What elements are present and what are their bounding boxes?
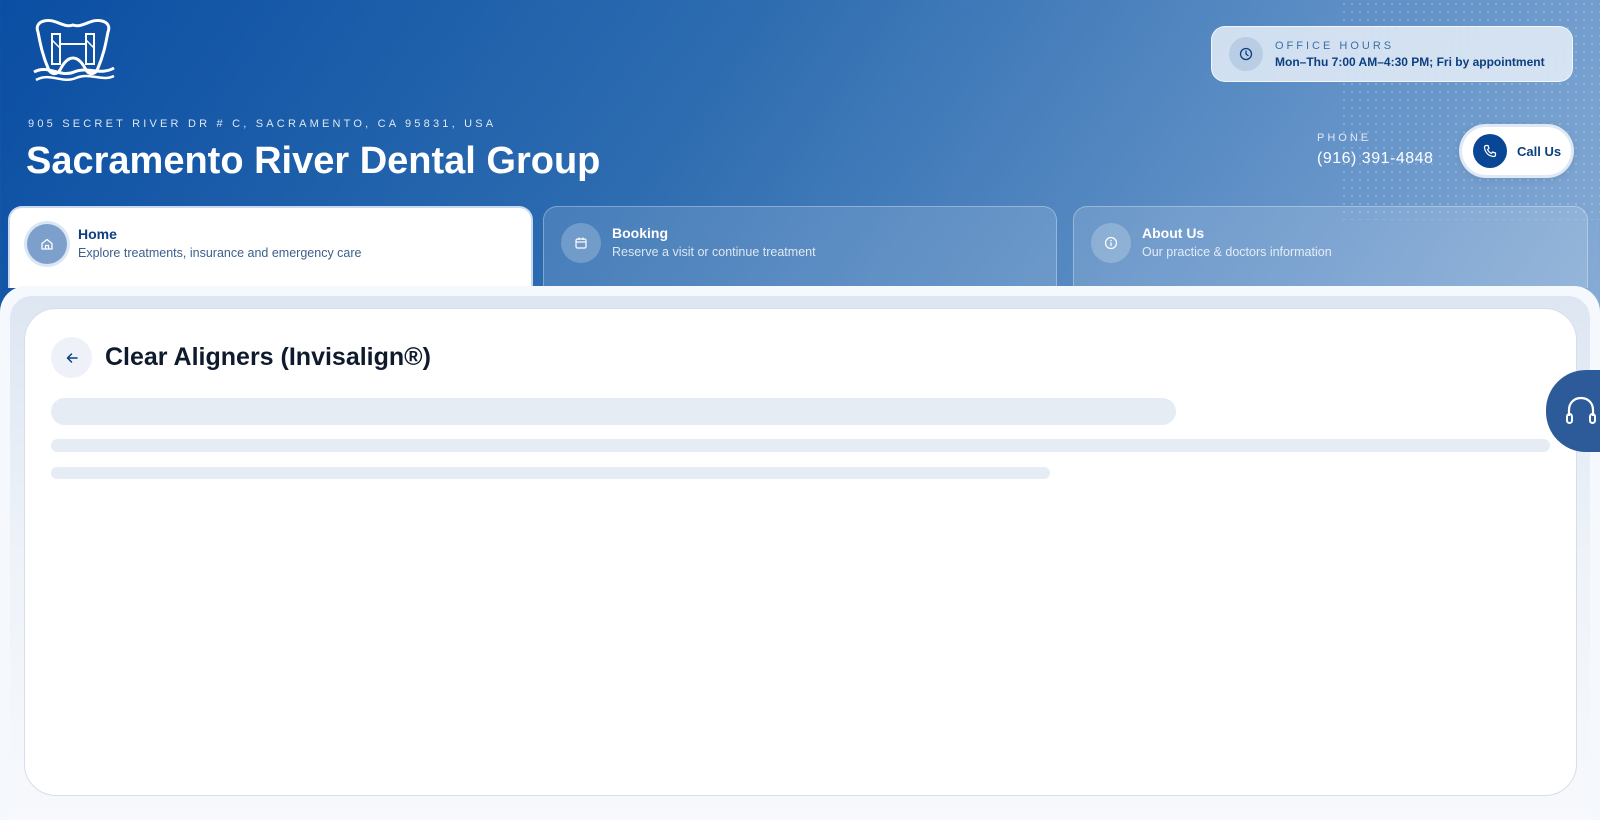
skeleton-line-short	[51, 467, 1050, 479]
treatment-card	[24, 308, 1577, 796]
tab-booking[interactable]: Booking Reserve a visit or continue trea…	[543, 206, 1057, 288]
tab-home-title: Home	[78, 226, 117, 242]
tab-home[interactable]: Home Explore treatments, insurance and e…	[8, 206, 533, 288]
info-icon	[1091, 223, 1131, 263]
calendar-icon	[561, 223, 601, 263]
tab-booking-subtitle: Reserve a visit or continue treatment	[612, 245, 816, 259]
call-us-button[interactable]: Call Us	[1459, 124, 1574, 178]
headset-icon	[1566, 396, 1596, 424]
skeleton-line-heading	[51, 398, 1176, 425]
phone-label: PHONE	[1317, 132, 1372, 144]
tab-about-us[interactable]: About Us Our practice & doctors informat…	[1073, 206, 1588, 288]
tab-home-subtitle: Explore treatments, insurance and emerge…	[78, 246, 362, 260]
practice-name: Sacramento River Dental Group	[26, 140, 601, 182]
tooth-bridge-logo[interactable]	[30, 18, 116, 86]
office-hours-value: Mon–Thu 7:00 AM–4:30 PM; Fri by appointm…	[1275, 54, 1545, 69]
office-hours-card: OFFICE HOURS Mon–Thu 7:00 AM–4:30 PM; Fr…	[1211, 26, 1573, 82]
practice-address: 905 SECRET RIVER DR # C, SACRAMENTO, CA …	[28, 118, 497, 130]
skeleton-line-full	[51, 439, 1550, 452]
page-title: Clear Aligners (Invisalign®)	[105, 343, 431, 371]
tab-about-title: About Us	[1142, 225, 1205, 241]
home-icon	[27, 224, 67, 264]
arrow-left-icon	[66, 352, 78, 363]
clock-icon	[1229, 37, 1263, 71]
tab-about-subtitle: Our practice & doctors information	[1142, 245, 1332, 259]
office-hours-label: OFFICE HOURS	[1275, 39, 1395, 52]
phone-icon	[1473, 134, 1507, 168]
tab-booking-title: Booking	[612, 225, 668, 241]
back-button[interactable]	[51, 337, 92, 378]
phone-number[interactable]: (916) 391-4848	[1317, 150, 1433, 168]
call-us-label: Call Us	[1517, 143, 1562, 159]
